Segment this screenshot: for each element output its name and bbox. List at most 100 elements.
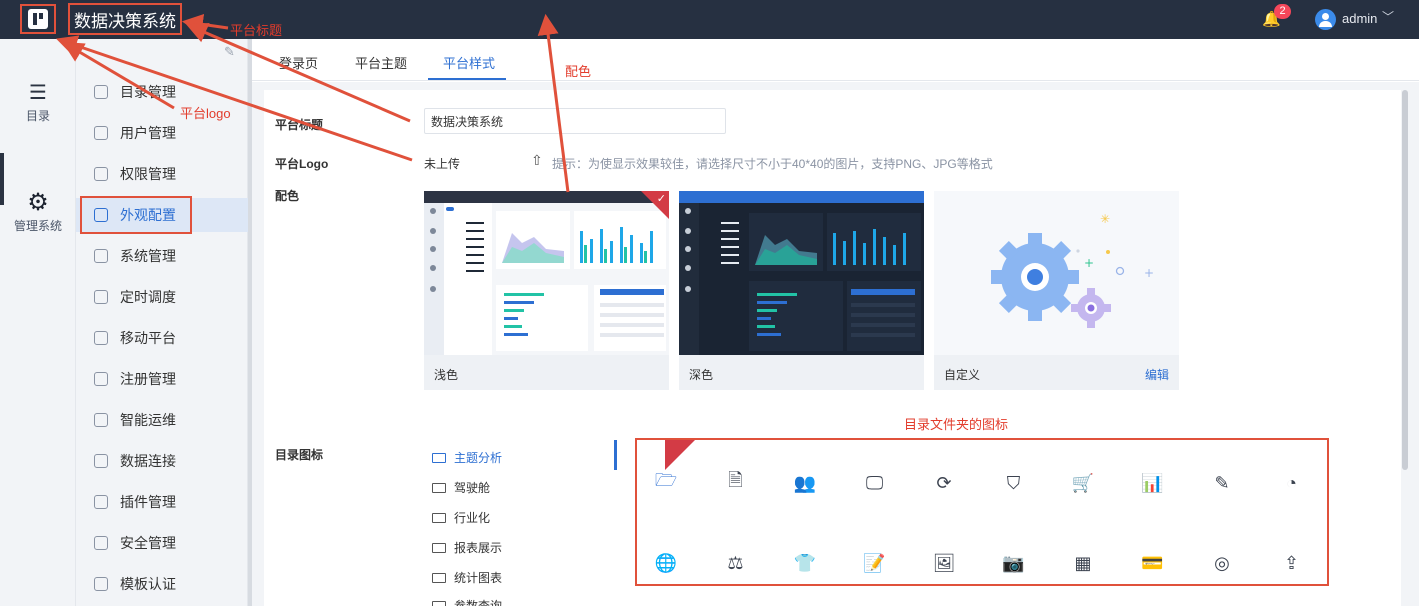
edit-link[interactable]: 编辑: [1145, 366, 1169, 383]
theme-card-light[interactable]: ✓ 浅色: [424, 191, 669, 390]
theme-card-dark[interactable]: 深色: [679, 191, 924, 390]
folder-item[interactable]: 行业化: [432, 509, 490, 526]
shield-icon[interactable]: ⛉: [1002, 471, 1026, 495]
catalog-icon: [94, 85, 108, 99]
platform-title-text: 数据决策系统: [74, 11, 176, 31]
upload-icon[interactable]: ⇪: [1280, 551, 1304, 575]
folder-label: 统计图表: [454, 571, 503, 585]
icon-rail: ☰ 目录 ⚙ 管理系统: [0, 39, 76, 606]
folder-item[interactable]: 驾驶舱: [432, 479, 490, 496]
title-label: 平台标题: [275, 118, 324, 132]
sidebar-item-template-auth[interactable]: 模板认证: [76, 567, 248, 601]
logo-status: 未上传: [424, 157, 461, 171]
svg-text:+: +: [1084, 256, 1094, 270]
sidebar-item-system[interactable]: 系统管理: [76, 239, 248, 273]
image-icon[interactable]: 🖼: [932, 551, 956, 575]
sidebar-item-label: 定时调度: [120, 289, 176, 305]
cart-icon[interactable]: 🛒: [1071, 471, 1095, 495]
sidebar-menu: 目录管理 用户管理 权限管理 外观配置 系统管理 定时调度 移动平台 注册管理 …: [76, 39, 248, 606]
scrollbar[interactable]: [1402, 90, 1408, 470]
sidebar-item-register[interactable]: 注册管理: [76, 362, 248, 396]
title-input[interactable]: [424, 108, 726, 134]
user-icon: [94, 126, 108, 140]
pin-icon[interactable]: ✎: [224, 44, 235, 60]
logo-label: 平台Logo: [275, 157, 329, 171]
refresh-cycle-icon[interactable]: ⟳: [932, 471, 956, 495]
scale-icon[interactable]: ⚖: [724, 551, 748, 575]
sidebar-item-plugins[interactable]: 插件管理: [76, 485, 248, 519]
folder-list-scrollbar[interactable]: [614, 440, 617, 470]
logo-icon: [28, 9, 48, 29]
folder-item[interactable]: 参数查询: [432, 597, 502, 606]
mobile-icon: [94, 331, 108, 345]
shirt-icon[interactable]: 👕: [793, 551, 817, 575]
sidebar-item-appearance[interactable]: 外观配置: [76, 198, 248, 232]
sidebar-item-label: 模板认证: [120, 576, 176, 592]
folder-icon: [432, 542, 446, 553]
folder-icon-label: 目录图标: [275, 448, 324, 462]
sidebar-item-label: 外观配置: [120, 207, 176, 223]
edit-icon[interactable]: ✎: [1210, 471, 1234, 495]
sidebar-item-permissions[interactable]: 权限管理: [76, 157, 248, 191]
users-icon[interactable]: 👥: [793, 471, 817, 495]
tab-style[interactable]: 平台样式: [443, 53, 495, 72]
folder-label: 行业化: [454, 511, 491, 525]
globe-icon[interactable]: 🌐: [654, 551, 678, 575]
search-circle-icon[interactable]: ◎: [1210, 551, 1234, 575]
theme-card-custom[interactable]: ✳ + + 自定义 编辑: [934, 191, 1179, 390]
sidebar-item-label: 移动平台: [120, 330, 176, 346]
avatar[interactable]: [1315, 9, 1336, 30]
svg-text:✳: ✳: [1100, 212, 1110, 226]
tab-underline: [428, 78, 506, 80]
notification-badge: 2: [1274, 4, 1291, 19]
sidebar-item-data-connection[interactable]: 数据连接: [76, 444, 248, 478]
folder-icon: [432, 482, 446, 493]
sidebar-item-security[interactable]: 安全管理: [76, 526, 248, 560]
rail-item-manage[interactable]: ⚙ 管理系统: [0, 189, 76, 234]
user-name[interactable]: admin: [1342, 11, 1377, 26]
platform-logo[interactable]: [20, 4, 56, 34]
annotation-platform-logo: 平台logo: [180, 106, 231, 121]
camera-icon[interactable]: 📷: [1002, 551, 1026, 575]
sidebar-item-ops[interactable]: 智能运维: [76, 403, 248, 437]
note-icon[interactable]: 📝: [863, 551, 887, 575]
list-icon: ☰: [29, 82, 47, 104]
sidebar-item-label: 插件管理: [120, 494, 176, 510]
check-icon: ✓: [656, 193, 666, 205]
pie-icon[interactable]: ◔: [1280, 471, 1304, 495]
brush-icon: [94, 208, 108, 222]
sidebar-item-schedule[interactable]: 定时调度: [76, 280, 248, 314]
platform-title: 数据决策系统: [68, 3, 182, 35]
folder-icon-grid: 🗁 🗎 👥 🖵 ⟳ ⛉ 🛒 📊 ✎ ◔ 🌐 ⚖ 👕 📝 🖼 📷 ▦ 💳 ◎ ⇪: [635, 438, 1329, 586]
link-icon: [94, 454, 108, 468]
chevron-down-icon[interactable]: ﹀: [1382, 8, 1394, 25]
monitor-chart-icon[interactable]: 🖵: [863, 471, 887, 495]
document-icon[interactable]: 🗎: [724, 470, 748, 495]
sidebar-item-label: 目录管理: [120, 84, 176, 100]
card-icon[interactable]: 💳: [1141, 551, 1165, 575]
annotation-color-scheme: 配色: [565, 64, 592, 79]
gear-icon: ⚙: [27, 189, 49, 216]
rail-item-catalog[interactable]: ☰ 目录: [0, 79, 76, 124]
folder-item[interactable]: 主题分析: [432, 449, 502, 466]
folder-icon[interactable]: 🗁: [654, 470, 678, 495]
bar-chart-icon[interactable]: 📊: [1141, 471, 1165, 495]
folder-icon: [432, 600, 446, 606]
sidebar-item-label: 用户管理: [120, 125, 176, 141]
register-icon: [94, 372, 108, 386]
sidebar-item-mobile[interactable]: 移动平台: [76, 321, 248, 355]
grid-icon[interactable]: ▦: [1071, 551, 1095, 575]
tab-login[interactable]: 登录页: [279, 53, 318, 72]
folder-label: 参数查询: [454, 599, 503, 606]
folder-icon: [432, 572, 446, 583]
folder-item[interactable]: 报表展示: [432, 539, 502, 556]
theme-preview-dark: [679, 191, 924, 355]
annotation-folder-icons: 目录文件夹的图标: [904, 417, 1009, 432]
folder-label: 驾驶舱: [454, 481, 491, 495]
svg-text:+: +: [1144, 266, 1154, 280]
folder-item[interactable]: 统计图表: [432, 569, 502, 586]
tab-theme[interactable]: 平台主题: [355, 53, 407, 72]
upload-icon[interactable]: ⇧: [531, 152, 543, 169]
settings-icon: [94, 249, 108, 263]
theme-label-light: 浅色: [434, 368, 459, 382]
